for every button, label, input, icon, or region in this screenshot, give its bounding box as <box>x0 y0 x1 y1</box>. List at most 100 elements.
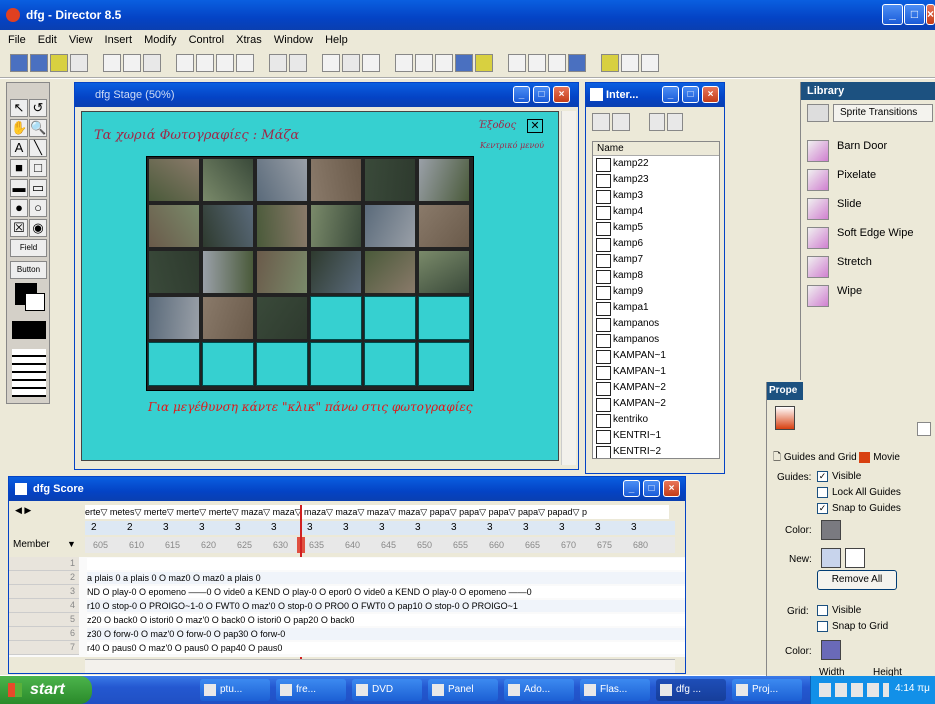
save-all-icon[interactable] <box>143 54 162 72</box>
menu-insert[interactable]: Insert <box>105 34 133 46</box>
cast-member-item[interactable]: KAMPAN~2 <box>593 396 719 412</box>
menu-edit[interactable]: Edit <box>38 34 57 46</box>
publish-icon[interactable] <box>123 54 142 72</box>
paint-icon[interactable] <box>508 54 527 72</box>
snap-grid-checkbox[interactable] <box>817 621 828 632</box>
message-icon[interactable] <box>641 54 660 72</box>
cast-member-item[interactable]: kamp4 <box>593 204 719 220</box>
markers-channel[interactable]: erte▽ metes▽ merte▽ merte▽ merte▽ maza▽ … <box>85 505 669 519</box>
taskbar-button[interactable]: Ado... <box>504 679 574 701</box>
cast-maximize-button[interactable]: □ <box>682 86 699 103</box>
save-icon[interactable] <box>70 54 88 72</box>
property-behavior-icon[interactable] <box>775 406 795 430</box>
photo-thumbnail[interactable] <box>310 158 362 202</box>
sprite-channel-row[interactable]: z20 O back0 O istori0 O maz'0 O back0 O … <box>87 614 685 626</box>
taskbar-button[interactable]: Flas... <box>580 679 650 701</box>
guides-color-swatch[interactable] <box>821 520 841 540</box>
channel-label[interactable]: 5 <box>9 613 79 627</box>
exit-close-icon[interactable]: ✕ <box>527 119 543 133</box>
filled-rect-icon[interactable]: ■ <box>10 159 28 177</box>
photo-thumbnail[interactable] <box>148 296 200 340</box>
channel-label[interactable]: 3 <box>9 585 79 599</box>
open-icon[interactable] <box>50 54 68 72</box>
cast-member-item[interactable]: kentriko <box>593 412 719 428</box>
grid-color-swatch[interactable] <box>821 640 841 660</box>
line-width-selector[interactable] <box>12 349 46 397</box>
radio-tool-icon[interactable]: ◉ <box>29 219 47 237</box>
photo-thumbnail[interactable] <box>364 204 416 248</box>
menu-xtras[interactable]: Xtras <box>236 34 262 46</box>
property-inspector-icon[interactable] <box>455 54 474 72</box>
script-icon[interactable] <box>621 54 640 72</box>
photo-thumbnail[interactable] <box>418 158 470 202</box>
pattern-swatch[interactable] <box>12 321 46 339</box>
menu-help[interactable]: Help <box>325 34 348 46</box>
behavior-icon[interactable] <box>601 54 620 72</box>
stage-scrollbar[interactable] <box>561 111 576 465</box>
minimize-button[interactable]: _ <box>882 4 903 25</box>
cast-member-item[interactable]: kampanos <box>593 332 719 348</box>
photo-thumbnail[interactable] <box>418 250 470 294</box>
next-cast-icon[interactable] <box>667 113 684 131</box>
stage-close-button[interactable]: × <box>553 86 570 103</box>
sprite-channel-row[interactable] <box>87 558 685 570</box>
menu-file[interactable]: File <box>8 34 26 46</box>
score-close-button[interactable]: × <box>663 480 680 497</box>
channel-label[interactable]: 1 <box>9 557 79 571</box>
photo-thumbnail[interactable] <box>148 158 200 202</box>
cast-member-item[interactable]: kampanos <box>593 316 719 332</box>
stage-window-icon[interactable] <box>395 54 414 72</box>
exchange-icon[interactable] <box>289 54 308 72</box>
tab-movie[interactable]: Movie <box>873 452 900 463</box>
text-icon[interactable] <box>548 54 567 72</box>
play-icon[interactable] <box>362 54 381 72</box>
undo-icon[interactable] <box>176 54 195 72</box>
guides-visible-checkbox[interactable]: ✓ <box>817 471 828 482</box>
cast-member-item[interactable]: kamp3 <box>593 188 719 204</box>
photo-thumbnail[interactable] <box>202 250 254 294</box>
stage-canvas[interactable]: Τα χωριά Φωτογραφίες : Μάζα Έξοδος ✕ Κεν… <box>81 111 559 461</box>
arrow-tool-icon[interactable]: ↖ <box>10 99 28 117</box>
photo-thumbnail[interactable] <box>418 204 470 248</box>
photo-thumbnail[interactable] <box>310 250 362 294</box>
cast-member-item[interactable]: KAMPAN~1 <box>593 364 719 380</box>
taskbar-button[interactable]: Panel <box>428 679 498 701</box>
photo-thumbnail[interactable] <box>202 204 254 248</box>
text-tool-icon[interactable]: A <box>10 139 28 157</box>
menu-window[interactable]: Window <box>274 34 313 46</box>
photo-thumbnail[interactable] <box>202 296 254 340</box>
copy-icon[interactable] <box>216 54 235 72</box>
cast-member-item[interactable]: KENTRI~1 <box>593 428 719 444</box>
remove-all-button[interactable]: Remove All <box>817 570 897 590</box>
start-button[interactable]: start <box>0 676 92 704</box>
cast-close-button[interactable]: × <box>702 86 719 103</box>
marker-nav-icon[interactable]: ◀ ▶ <box>15 505 81 519</box>
library-icon[interactable] <box>475 54 494 72</box>
sprite-channel-row[interactable]: r40 O paus0 O maz'0 O paus0 O pap40 O pa… <box>87 642 685 654</box>
photo-thumbnail[interactable] <box>256 158 308 202</box>
cast-member-item[interactable]: KENTRI~2 <box>593 444 719 458</box>
score-window-icon[interactable] <box>435 54 454 72</box>
sprite-channel-row[interactable]: r10 O stop-0 O PROIGO~1-0 O FWT0 O maz'0… <box>87 600 685 612</box>
menu-control[interactable]: Control <box>189 34 224 46</box>
line-tool-icon[interactable]: ╲ <box>29 139 47 157</box>
tray-icons[interactable] <box>819 683 889 697</box>
maximize-button[interactable]: □ <box>904 4 925 25</box>
prev-cast-icon[interactable] <box>649 113 666 131</box>
channel-label[interactable]: 6 <box>9 627 79 641</box>
background-color-swatch[interactable] <box>25 293 45 311</box>
vector-icon[interactable] <box>528 54 547 72</box>
photo-thumbnail[interactable] <box>148 204 200 248</box>
hand-tool-icon[interactable]: ✋ <box>10 119 28 137</box>
score-minimize-button[interactable]: _ <box>623 480 640 497</box>
field-tool-icon[interactable]: Field <box>10 239 47 257</box>
taskbar-button[interactable]: ptu... <box>200 679 270 701</box>
channel-label[interactable]: 2 <box>9 571 79 585</box>
tab-guides-grid[interactable]: Guides and Grid <box>784 452 857 463</box>
rect-icon[interactable]: □ <box>29 159 47 177</box>
cast-member-item[interactable]: kamp23 <box>593 172 719 188</box>
taskbar-button[interactable]: DVD <box>352 679 422 701</box>
library-item[interactable]: Wipe <box>805 283 925 323</box>
photo-thumbnail[interactable] <box>148 250 200 294</box>
cast-member-item[interactable]: kamp9 <box>593 284 719 300</box>
